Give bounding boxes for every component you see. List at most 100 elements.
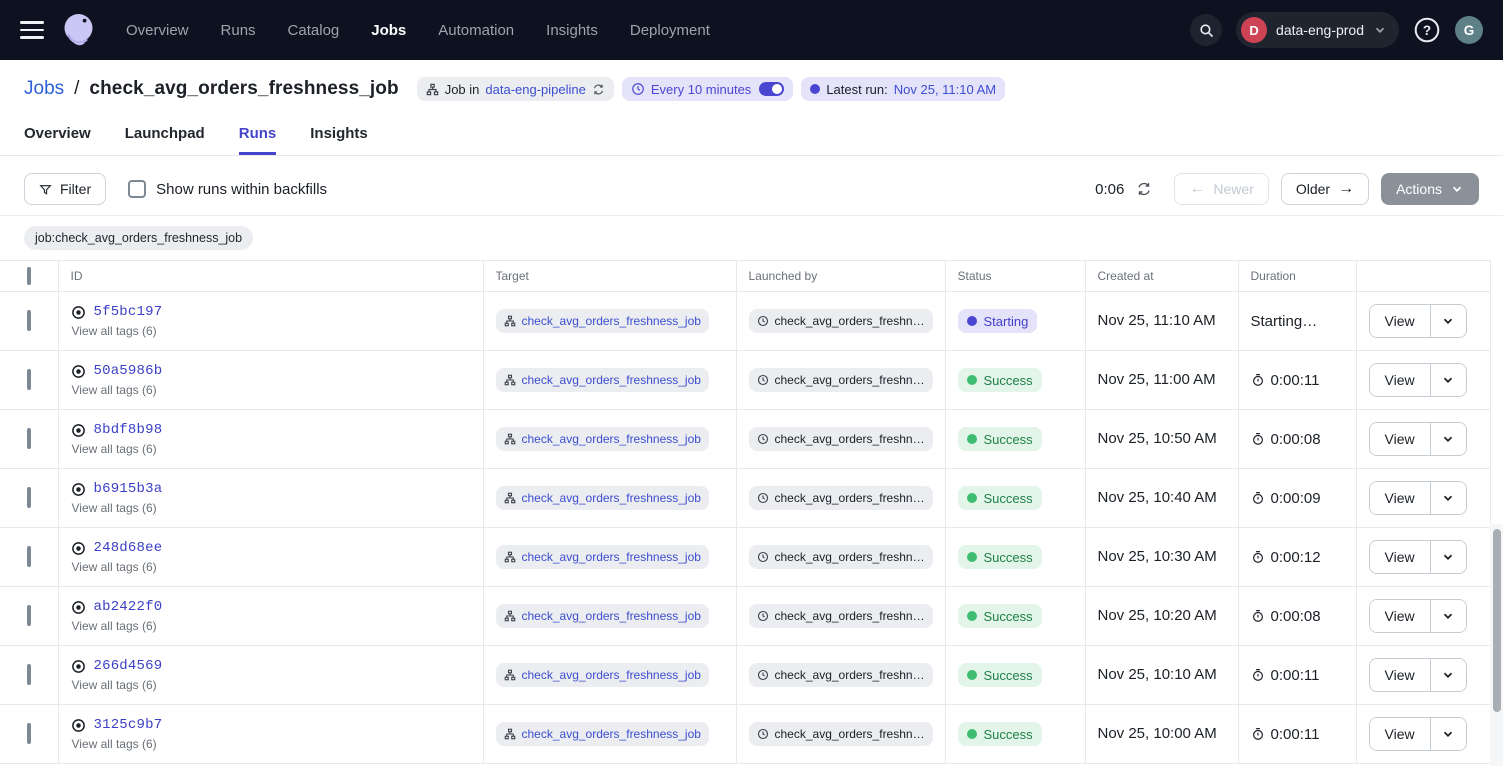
view-all-tags-link[interactable]: View all tags (6) bbox=[72, 678, 471, 692]
view-all-tags-link[interactable]: View all tags (6) bbox=[72, 619, 471, 633]
target-tag[interactable]: check_avg_orders_freshness_job bbox=[496, 722, 709, 746]
scrollbar-thumb[interactable] bbox=[1493, 529, 1501, 712]
nav-item-insights[interactable]: Insights bbox=[546, 22, 598, 39]
filter-button[interactable]: Filter bbox=[24, 173, 106, 205]
nav-item-deployment[interactable]: Deployment bbox=[630, 22, 710, 39]
launched-by-tag[interactable]: check_avg_orders_freshn… bbox=[749, 309, 933, 333]
view-run-button[interactable]: View bbox=[1370, 600, 1430, 632]
breadcrumb-separator: / bbox=[74, 78, 79, 100]
filter-tag-chip[interactable]: job:check_avg_orders_freshness_job bbox=[24, 226, 253, 250]
vertical-scrollbar[interactable] bbox=[1490, 524, 1503, 766]
tab-overview[interactable]: Overview bbox=[24, 125, 91, 155]
view-all-tags-link[interactable]: View all tags (6) bbox=[72, 383, 471, 397]
help-button[interactable]: ? bbox=[1413, 16, 1441, 44]
job-sitemap-icon bbox=[504, 669, 516, 681]
view-run-button[interactable]: View bbox=[1370, 659, 1430, 691]
reload-icon[interactable] bbox=[592, 83, 605, 96]
run-id-link[interactable]: 50a5986b bbox=[94, 363, 163, 379]
row-checkbox[interactable] bbox=[27, 664, 31, 685]
launched-by-tag[interactable]: check_avg_orders_freshn… bbox=[749, 427, 933, 451]
row-more-button[interactable] bbox=[1430, 305, 1466, 337]
run-id-link[interactable]: 5f5bc197 bbox=[94, 304, 163, 320]
target-tag[interactable]: check_avg_orders_freshness_job bbox=[496, 604, 709, 628]
row-checkbox[interactable] bbox=[27, 487, 31, 508]
row-actions: View bbox=[1369, 363, 1467, 397]
launched-by-tag[interactable]: check_avg_orders_freshn… bbox=[749, 545, 933, 569]
row-checkbox[interactable] bbox=[27, 605, 31, 626]
target-tag[interactable]: check_avg_orders_freshness_job bbox=[496, 486, 709, 510]
nav-item-overview[interactable]: Overview bbox=[126, 22, 189, 39]
view-all-tags-link[interactable]: View all tags (6) bbox=[72, 737, 471, 751]
row-more-button[interactable] bbox=[1430, 659, 1466, 691]
row-more-button[interactable] bbox=[1430, 364, 1466, 396]
row-more-button[interactable] bbox=[1430, 423, 1466, 455]
view-run-button[interactable]: View bbox=[1370, 482, 1430, 514]
view-run-button[interactable]: View bbox=[1370, 423, 1430, 455]
row-more-button[interactable] bbox=[1430, 718, 1466, 750]
status-dot-icon bbox=[967, 670, 977, 680]
row-more-button[interactable] bbox=[1430, 541, 1466, 573]
run-id-link[interactable]: 266d4569 bbox=[94, 658, 163, 674]
view-run-button[interactable]: View bbox=[1370, 718, 1430, 750]
row-more-button[interactable] bbox=[1430, 600, 1466, 632]
status-dot-icon bbox=[967, 434, 977, 444]
launched-by-tag[interactable]: check_avg_orders_freshn… bbox=[749, 722, 933, 746]
schedule-toggle[interactable] bbox=[759, 82, 784, 96]
run-target-icon bbox=[71, 659, 86, 674]
tab-insights[interactable]: Insights bbox=[310, 125, 368, 155]
target-tag[interactable]: check_avg_orders_freshness_job bbox=[496, 545, 709, 569]
tab-launchpad[interactable]: Launchpad bbox=[125, 125, 205, 155]
nav-item-catalog[interactable]: Catalog bbox=[288, 22, 340, 39]
header-status: Status bbox=[945, 261, 1085, 292]
older-button[interactable]: Older → bbox=[1281, 173, 1369, 205]
actions-button[interactable]: Actions bbox=[1381, 173, 1479, 205]
launched-by-tag[interactable]: check_avg_orders_freshn… bbox=[749, 663, 933, 687]
nav-item-jobs[interactable]: Jobs bbox=[371, 22, 406, 39]
run-id-link[interactable]: 248d68ee bbox=[94, 540, 163, 556]
user-avatar[interactable]: G bbox=[1455, 16, 1483, 44]
view-run-button[interactable]: View bbox=[1370, 541, 1430, 573]
schedule-label: Every 10 minutes bbox=[651, 82, 751, 97]
row-checkbox[interactable] bbox=[27, 723, 31, 744]
table-row: 5f5bc197 View all tags (6) check_avg_ord… bbox=[0, 292, 1490, 351]
search-button[interactable] bbox=[1190, 14, 1222, 46]
breadcrumb-jobs-link[interactable]: Jobs bbox=[24, 78, 64, 100]
select-all-checkbox[interactable] bbox=[27, 267, 31, 285]
main-nav: Overview Runs Catalog Jobs Automation Insight… bbox=[126, 22, 710, 39]
view-all-tags-link[interactable]: View all tags (6) bbox=[72, 501, 471, 515]
refresh-button[interactable] bbox=[1136, 181, 1152, 197]
view-all-tags-link[interactable]: View all tags (6) bbox=[72, 442, 471, 456]
launched-by-tag[interactable]: check_avg_orders_freshn… bbox=[749, 604, 933, 628]
run-id-link[interactable]: 3125c9b7 bbox=[94, 717, 163, 733]
row-more-button[interactable] bbox=[1430, 482, 1466, 514]
row-checkbox[interactable] bbox=[27, 546, 31, 567]
run-id-link[interactable]: b6915b3a bbox=[94, 481, 163, 497]
row-checkbox[interactable] bbox=[27, 369, 31, 390]
target-tag[interactable]: check_avg_orders_freshness_job bbox=[496, 427, 709, 451]
status-badge: Success bbox=[958, 368, 1042, 392]
backfills-checkbox[interactable] bbox=[128, 180, 146, 198]
nav-item-runs[interactable]: Runs bbox=[221, 22, 256, 39]
newer-button[interactable]: ← Newer bbox=[1174, 173, 1268, 205]
view-run-button[interactable]: View bbox=[1370, 305, 1430, 337]
target-tag[interactable]: check_avg_orders_freshness_job bbox=[496, 663, 709, 687]
row-checkbox[interactable] bbox=[27, 428, 31, 449]
dagster-logo-icon[interactable] bbox=[58, 9, 100, 51]
deployment-switcher[interactable]: D data-eng-prod bbox=[1236, 12, 1399, 48]
launched-by-tag[interactable]: check_avg_orders_freshn… bbox=[749, 368, 933, 392]
view-all-tags-link[interactable]: View all tags (6) bbox=[72, 560, 471, 574]
launched-by-tag[interactable]: check_avg_orders_freshn… bbox=[749, 486, 933, 510]
hamburger-menu-icon[interactable] bbox=[20, 21, 44, 39]
latest-run-link[interactable]: Nov 25, 11:10 AM bbox=[894, 82, 996, 97]
pipeline-link[interactable]: data-eng-pipeline bbox=[485, 82, 585, 97]
target-tag[interactable]: check_avg_orders_freshness_job bbox=[496, 309, 709, 333]
tab-runs[interactable]: Runs bbox=[239, 125, 277, 155]
target-tag[interactable]: check_avg_orders_freshness_job bbox=[496, 368, 709, 392]
row-checkbox[interactable] bbox=[27, 310, 31, 331]
view-all-tags-link[interactable]: View all tags (6) bbox=[72, 324, 471, 338]
run-id-link[interactable]: 8bdf8b98 bbox=[94, 422, 163, 438]
run-id-link[interactable]: ab2422f0 bbox=[94, 599, 163, 615]
nav-item-automation[interactable]: Automation bbox=[438, 22, 514, 39]
question-mark-icon: ? bbox=[1413, 16, 1441, 44]
view-run-button[interactable]: View bbox=[1370, 364, 1430, 396]
